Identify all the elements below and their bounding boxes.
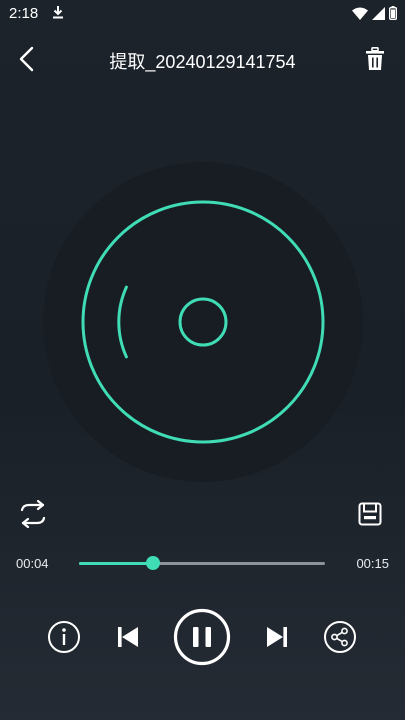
seek-bar[interactable] (79, 556, 325, 570)
status-bar: 2:18 (0, 0, 405, 28)
disc-artwork (43, 162, 363, 482)
save-button[interactable] (355, 498, 385, 530)
wifi-icon (352, 7, 368, 25)
status-icons (352, 6, 397, 25)
total-time: 00:15 (356, 556, 389, 571)
share-button[interactable] (322, 619, 358, 655)
status-time: 2:18 (9, 5, 39, 22)
previous-button[interactable] (114, 623, 142, 651)
share-icon (324, 621, 356, 653)
trash-icon (366, 47, 384, 70)
pause-button[interactable] (173, 608, 231, 666)
next-button[interactable] (263, 623, 291, 651)
info-button[interactable] (46, 619, 82, 655)
next-icon (267, 627, 287, 647)
app-bar: 提取_20240129141754 (0, 36, 405, 84)
save-icon (358, 502, 382, 526)
seek-bar-thumb[interactable] (145, 556, 160, 570)
pause-icon (173, 608, 231, 666)
signal-icon (372, 6, 385, 25)
battery-icon (388, 6, 397, 25)
seek-bar-progress (79, 562, 153, 565)
playback-controls (0, 605, 405, 667)
info-icon (48, 621, 80, 653)
loop-button[interactable] (14, 497, 52, 531)
page-title: 提取_20240129141754 (109, 52, 296, 72)
delete-button[interactable] (361, 44, 389, 74)
loop-icon (20, 500, 46, 528)
chevron-left-icon (19, 46, 34, 72)
disc-background (43, 162, 363, 482)
back-button[interactable] (12, 44, 42, 74)
download-icon (52, 5, 64, 24)
previous-icon (118, 627, 138, 647)
current-time: 00:04 (16, 556, 49, 571)
